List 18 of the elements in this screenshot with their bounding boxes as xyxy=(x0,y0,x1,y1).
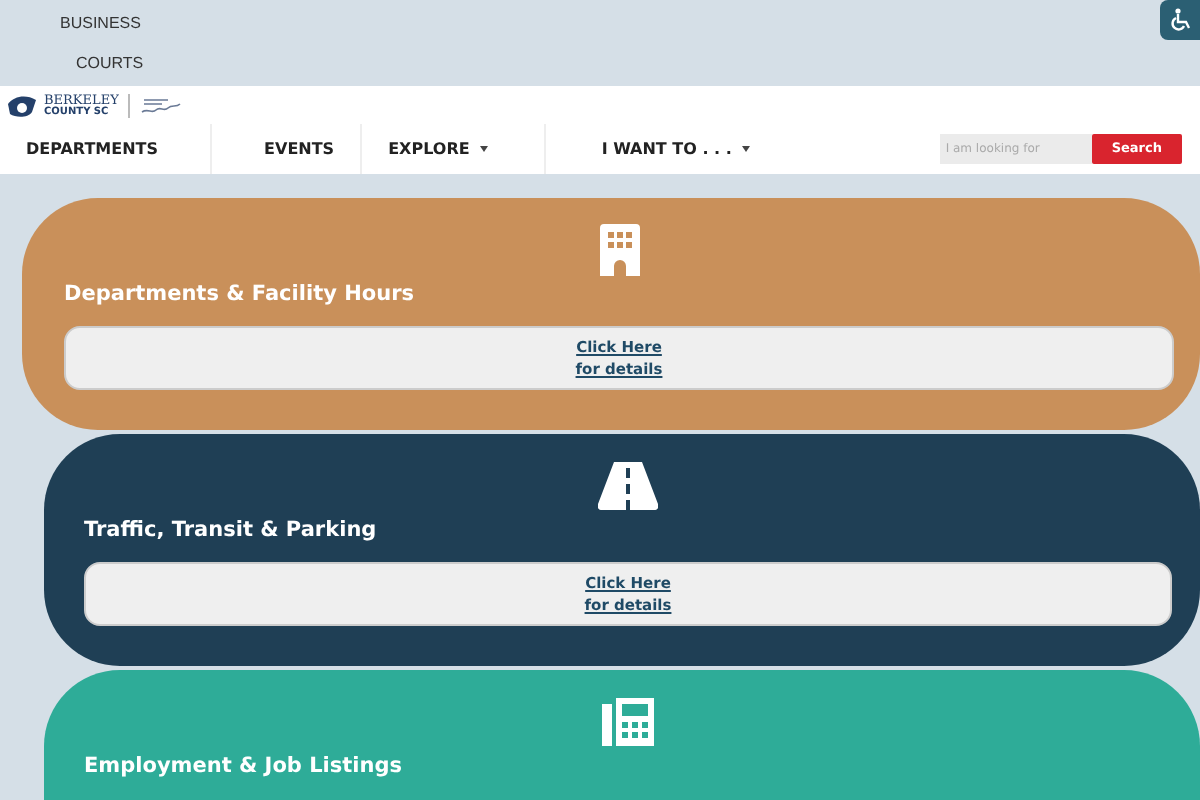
nav-item[interactable]: I WANT TO . . . xyxy=(601,137,750,161)
building-icon xyxy=(599,224,639,276)
nav-item[interactable]: EVENTS xyxy=(264,137,335,161)
nav-item[interactable]: DEPARTMENTS xyxy=(26,137,159,161)
card-title: Traffic, Transit & Parking xyxy=(84,516,377,546)
road-icon xyxy=(598,462,658,510)
wheelchair-icon xyxy=(1169,8,1191,32)
caret-icon xyxy=(479,146,488,152)
accessibility-button[interactable] xyxy=(1160,0,1200,40)
top-link[interactable]: COURTS xyxy=(76,52,144,76)
caret-icon xyxy=(741,146,750,152)
logo-emblem-icon xyxy=(6,93,38,119)
card-title: Employment & Job Listings xyxy=(84,752,403,782)
top-link[interactable]: BUSINESS xyxy=(60,12,141,36)
logo-script-icon xyxy=(140,94,185,118)
fax-machine-icon xyxy=(602,698,654,746)
card-title: Departments & Facility Hours xyxy=(64,280,414,310)
nav-item[interactable]: EXPLORE xyxy=(388,137,488,161)
